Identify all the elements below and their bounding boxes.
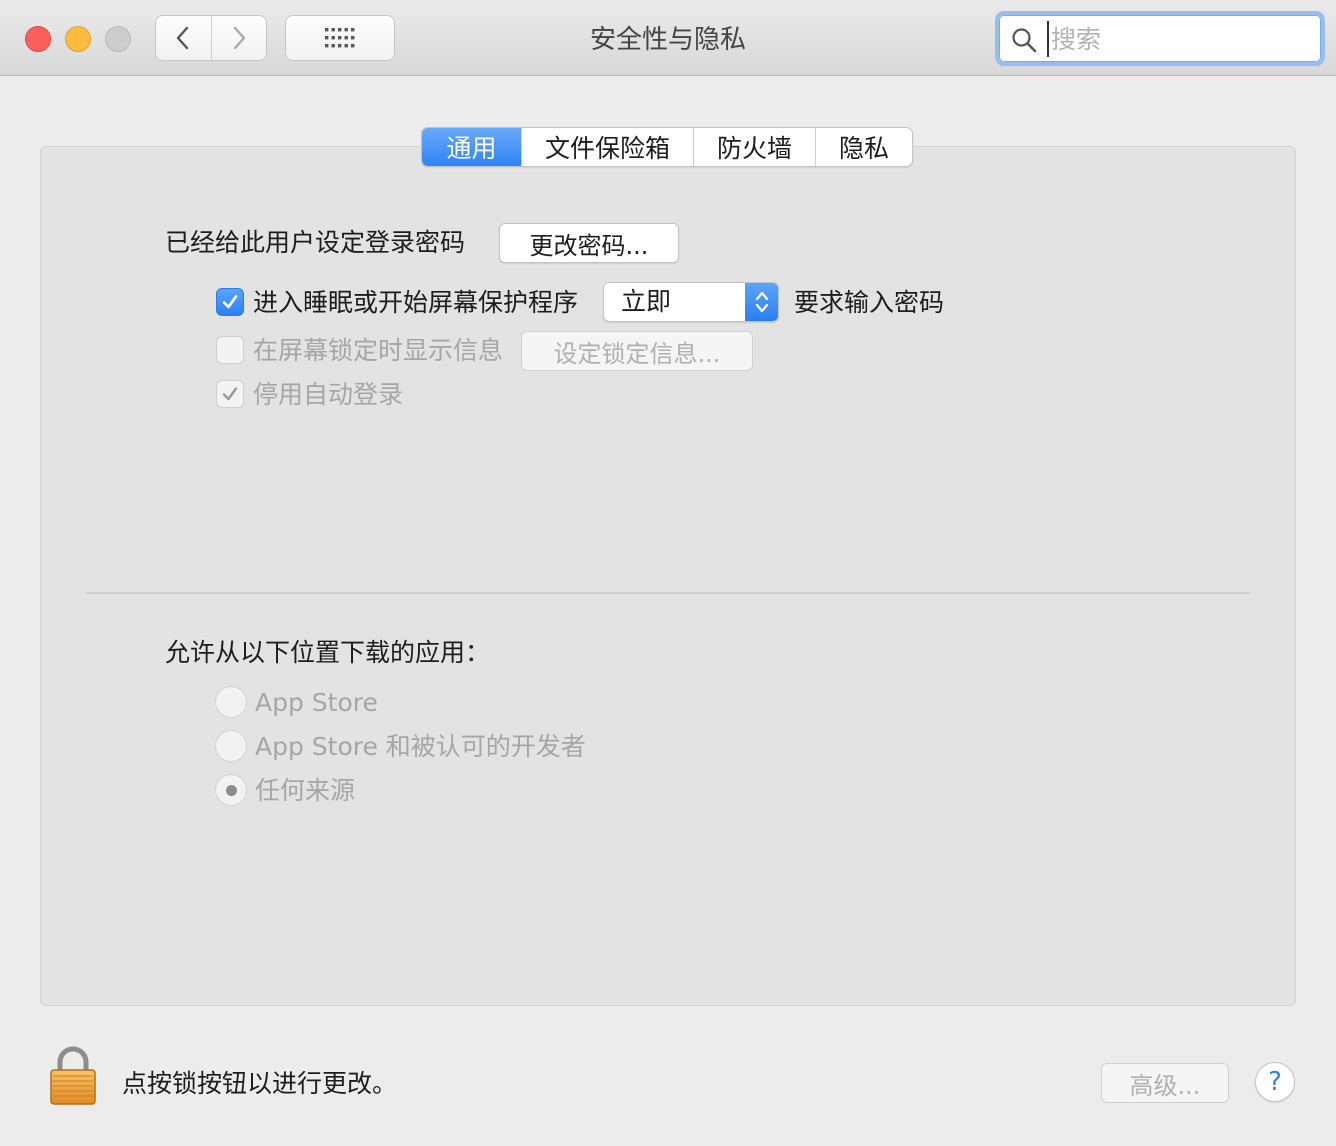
minimize-window-button[interactable] <box>65 26 91 52</box>
chevron-left-icon <box>177 26 189 50</box>
search-field[interactable] <box>995 11 1325 66</box>
require-password-suffix: 要求输入密码 <box>794 288 945 317</box>
content-panel <box>40 146 1296 1006</box>
radio-app-store-label: App Store <box>255 688 378 717</box>
forward-button[interactable] <box>210 16 266 60</box>
checkmark-icon <box>222 295 238 309</box>
search-icon <box>1012 28 1037 53</box>
radio-app-store <box>215 686 247 718</box>
search-input[interactable] <box>1047 21 1307 57</box>
password-delay-value: 立即 <box>621 287 672 316</box>
radio-app-store-identified <box>215 730 247 762</box>
close-window-button[interactable] <box>25 26 51 52</box>
tab-privacy[interactable]: 隐私 <box>815 128 912 166</box>
require-password-checkbox[interactable] <box>216 288 244 316</box>
window-title: 安全性与隐私 <box>589 25 746 55</box>
radio-selected-dot <box>225 784 237 796</box>
require-password-label: 进入睡眠或开始屏幕保护程序 <box>253 288 579 317</box>
tab-filevault[interactable]: 文件保险箱 <box>521 128 693 166</box>
password-delay-popup[interactable]: 立即 <box>603 282 779 322</box>
lock-icon[interactable] <box>48 1046 98 1106</box>
tab-bar: 通用 文件保险箱 防火墙 隐私 <box>421 127 913 167</box>
radio-anywhere <box>215 774 247 806</box>
help-button[interactable]: ? <box>1255 1062 1295 1102</box>
disable-auto-login-checkbox <box>216 380 244 408</box>
set-lock-message-button: 设定锁定信息... <box>521 331 753 371</box>
downloads-heading: 允许从以下位置下载的应用： <box>165 638 491 667</box>
tab-general[interactable]: 通用 <box>422 128 521 166</box>
tab-firewall[interactable]: 防火墙 <box>693 128 815 166</box>
show-message-label: 在屏幕锁定时显示信息 <box>253 336 504 365</box>
disable-auto-login-label: 停用自动登录 <box>253 380 404 409</box>
checkmark-icon <box>222 387 238 401</box>
section-divider <box>86 592 1250 594</box>
grid-icon <box>325 28 355 48</box>
advanced-button: 高级... <box>1101 1063 1229 1103</box>
chevron-right-icon <box>233 26 246 50</box>
change-password-button[interactable]: 更改密码... <box>499 223 679 263</box>
title-bar: 安全性与隐私 <box>0 0 1336 76</box>
show-all-button[interactable] <box>285 15 395 61</box>
radio-anywhere-label: 任何来源 <box>255 776 356 805</box>
show-message-checkbox[interactable] <box>216 336 244 364</box>
zoom-window-button <box>105 26 131 52</box>
navigation-buttons <box>155 15 267 61</box>
password-set-label: 已经给此用户设定登录密码 <box>165 228 466 257</box>
back-button[interactable] <box>156 16 211 60</box>
popup-arrows-icon <box>745 283 778 321</box>
lock-status-text: 点按锁按钮以进行更改。 <box>122 1069 398 1098</box>
radio-app-store-identified-label: App Store 和被认可的开发者 <box>255 732 586 761</box>
